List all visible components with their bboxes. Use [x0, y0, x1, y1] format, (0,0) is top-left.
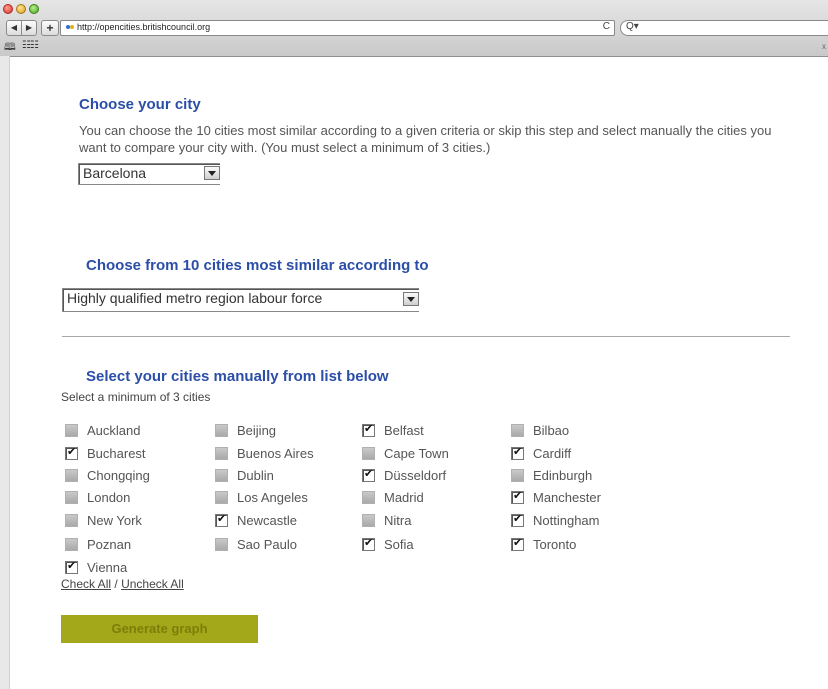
- top-sites-grid-icon[interactable]: ☷☷: [22, 40, 39, 51]
- city-label: Cape Town: [384, 446, 449, 461]
- checkbox-unchecked[interactable]: [215, 491, 228, 504]
- checkbox-unchecked[interactable]: [65, 469, 78, 482]
- uncheck-all-link[interactable]: Uncheck All: [121, 577, 184, 591]
- chevron-down-icon[interactable]: [403, 292, 419, 306]
- city-label: Poznan: [87, 537, 132, 552]
- choose-city-description: You can choose the 10 cities most simila…: [79, 123, 772, 155]
- window-edge: [0, 56, 10, 689]
- close-window-button[interactable]: [3, 4, 13, 14]
- checkbox-checked[interactable]: [362, 422, 375, 437]
- address-bar[interactable]: http://opencities.britishcouncil.org C: [60, 20, 615, 36]
- checkbox-unchecked[interactable]: [215, 447, 228, 460]
- back-button[interactable]: ◀: [6, 20, 22, 36]
- zoom-window-button[interactable]: [29, 4, 39, 14]
- manual-select-title: Select your cities manually from list be…: [86, 368, 389, 385]
- city-label: London: [87, 490, 131, 505]
- minimum-cities-hint: Select a minimum of 3 cities: [61, 390, 211, 404]
- city-label: Sofia: [384, 537, 414, 552]
- similar-cities-title: Choose from 10 cities most similar accor…: [86, 257, 429, 274]
- bookmarks-book-icon[interactable]: 🕮: [4, 40, 16, 57]
- minimize-window-button[interactable]: [16, 4, 26, 14]
- checkbox-checked[interactable]: [362, 536, 375, 551]
- check-links: Check All / Uncheck All: [61, 577, 184, 591]
- search-icon[interactable]: Q▾: [626, 21, 639, 32]
- checkbox-checked[interactable]: [511, 536, 524, 551]
- city-select[interactable]: Barcelona: [78, 163, 220, 185]
- city-label: Beijing: [237, 423, 277, 438]
- city-label: Buenos Aires: [237, 446, 314, 461]
- back-arrow-icon: ◀: [10, 23, 18, 32]
- checkbox-unchecked[interactable]: [65, 514, 78, 527]
- city-label: Auckland: [87, 423, 141, 438]
- city-label: Chongqing: [87, 468, 150, 483]
- city-label: Edinburgh: [533, 468, 593, 483]
- checkbox-unchecked[interactable]: [215, 424, 228, 437]
- reload-icon[interactable]: C: [603, 21, 610, 32]
- criteria-select[interactable]: Highly qualified metro region labour for…: [62, 288, 419, 312]
- city-label: Belfast: [384, 423, 424, 438]
- city-label: Newcastle: [237, 513, 297, 528]
- city-label: Dublin: [237, 468, 274, 483]
- checkbox-checked[interactable]: [215, 512, 228, 527]
- checkbox-checked[interactable]: [65, 445, 78, 460]
- plus-icon: +: [46, 21, 54, 35]
- checkbox-unchecked[interactable]: [65, 538, 78, 551]
- city-label: Toronto: [533, 537, 577, 552]
- section-divider: [62, 336, 790, 337]
- city-label: Nitra: [384, 513, 412, 528]
- city-label: Manchester: [533, 490, 601, 505]
- link-separator: /: [114, 577, 118, 591]
- city-label: Los Angeles: [237, 490, 308, 505]
- checkbox-unchecked[interactable]: [362, 491, 375, 504]
- city-label: Sao Paulo: [237, 537, 297, 552]
- city-label: Bucharest: [87, 446, 146, 461]
- site-favicon-icon: [66, 25, 74, 31]
- city-label: Cardiff: [533, 446, 572, 461]
- add-bookmark-button[interactable]: +: [41, 20, 59, 36]
- checkbox-unchecked[interactable]: [362, 514, 375, 527]
- checkbox-checked[interactable]: [511, 445, 524, 460]
- browser-toolbar: ◀ ▶ + http://opencities.britishcouncil.o…: [0, 0, 828, 57]
- checkbox-checked[interactable]: [65, 559, 78, 574]
- city-select-value: Barcelona: [83, 165, 147, 181]
- url-text[interactable]: http://opencities.britishcouncil.org: [77, 22, 210, 32]
- checkbox-checked[interactable]: [362, 467, 375, 482]
- search-field[interactable]: Q▾: [620, 20, 828, 36]
- checkbox-unchecked[interactable]: [511, 424, 524, 437]
- city-label: Bilbao: [533, 423, 570, 438]
- checkbox-unchecked[interactable]: [215, 469, 228, 482]
- chevron-down-icon[interactable]: [204, 166, 220, 180]
- forward-arrow-icon: ▶: [25, 23, 33, 32]
- city-label: Nottingham: [533, 513, 600, 528]
- generate-graph-button[interactable]: Generate graph: [61, 615, 258, 643]
- checkbox-checked[interactable]: [511, 512, 524, 527]
- checkbox-unchecked[interactable]: [511, 469, 524, 482]
- check-all-link[interactable]: Check All: [61, 577, 111, 591]
- city-label: Madrid: [384, 490, 424, 505]
- forward-button[interactable]: ▶: [21, 20, 37, 36]
- choose-city-title: Choose your city: [79, 96, 201, 113]
- checkbox-unchecked[interactable]: [65, 491, 78, 504]
- criteria-select-value: Highly qualified metro region labour for…: [67, 290, 323, 306]
- close-bar-icon[interactable]: x: [822, 42, 826, 51]
- checkbox-unchecked[interactable]: [65, 424, 78, 437]
- city-label: Düsseldorf: [384, 468, 447, 483]
- checkbox-unchecked[interactable]: [362, 447, 375, 460]
- city-label: Vienna: [87, 560, 128, 575]
- city-label: New York: [87, 513, 142, 528]
- checkbox-unchecked[interactable]: [215, 538, 228, 551]
- checkbox-checked[interactable]: [511, 489, 524, 504]
